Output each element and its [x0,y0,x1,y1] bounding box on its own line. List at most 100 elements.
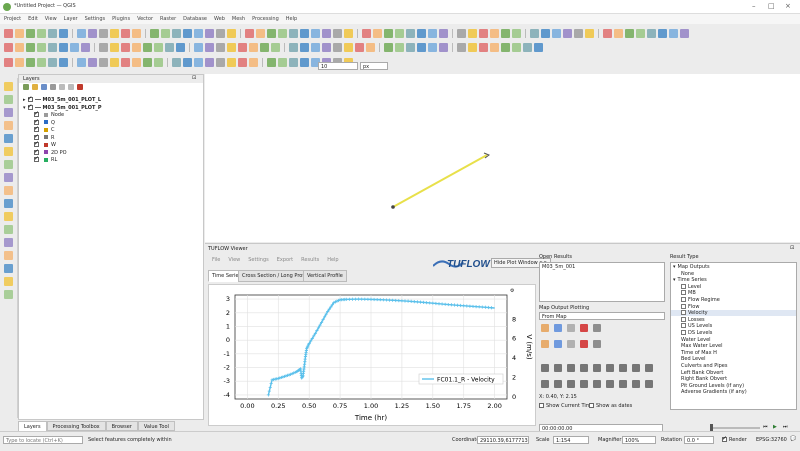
map-output-control-2-3-icon[interactable] [567,340,575,348]
show-as-dates-checkbox[interactable]: Show as dates [589,403,632,409]
expand-arrow-icon[interactable]: ▸ [23,97,26,103]
map-output-control-1-1-icon[interactable] [541,324,549,332]
editing-tool-13-icon[interactable] [143,42,152,52]
menu-vector[interactable]: Vector [137,16,153,22]
menu-database[interactable]: Database [183,16,207,22]
map-navigation-tool-5-icon[interactable] [48,28,57,38]
map-navigation-tool-42-icon[interactable] [490,28,499,38]
add-layer-tool-8-icon[interactable] [4,173,13,182]
map-output-control-4-8-icon[interactable] [632,380,640,388]
map-output-control-3-7-icon[interactable] [619,364,627,372]
menu-settings[interactable]: Settings [85,16,106,22]
editing-tool-45-icon[interactable] [523,42,532,52]
map-output-control-3-2-icon[interactable] [554,364,562,372]
layer-visibility-checkbox[interactable] [27,103,33,110]
layer-item[interactable]: ▸ M03_5m_001_PLOT_L [23,95,101,103]
result-type-item[interactable]: Right Bank Obvert [671,376,796,382]
map-navigation-tool-47-icon[interactable] [552,28,561,38]
editing-tool-28-icon[interactable] [322,42,331,52]
map-navigation-tool-14-icon[interactable] [161,28,170,38]
crs-indicator[interactable]: EPSG:32760 [756,437,787,443]
map-navigation-tool-48-icon[interactable] [563,28,572,38]
map-navigation-tool-28-icon[interactable] [322,28,331,38]
result-type-item[interactable]: Left Bank Obvert [671,370,796,376]
collapse-all-icon[interactable] [68,84,74,90]
map-output-control-3-4-icon[interactable] [580,364,588,372]
symbol-size-unit-select[interactable]: px [360,62,388,70]
editing-tool-3-icon[interactable] [26,42,35,52]
plugin-tool-18-icon[interactable] [205,57,214,67]
plugin-tool-6-icon[interactable] [59,57,68,67]
plugin-tool-4-icon[interactable] [37,57,46,67]
add-layer-tool-9-icon[interactable] [4,186,13,195]
map-navigation-tool-29-icon[interactable] [333,28,342,38]
editing-tool-5-icon[interactable] [48,42,57,52]
map-output-control-4-4-icon[interactable] [580,380,588,388]
map-output-control-3-5-icon[interactable] [593,364,601,372]
map-navigation-tool-34-icon[interactable] [395,28,404,38]
add-layer-tool-1-icon[interactable] [4,82,13,91]
result-type-checkbox[interactable] [681,330,686,335]
editing-tool-37-icon[interactable] [428,42,437,52]
editing-tool-38-icon[interactable] [439,42,448,52]
add-layer-tool-3-icon[interactable] [4,108,13,117]
add-layer-tool-4-icon[interactable] [4,121,13,130]
map-navigation-tool-52-icon[interactable] [614,28,623,38]
time-slider-handle[interactable] [710,424,713,431]
editing-tool-41-icon[interactable] [479,42,488,52]
map-navigation-tool-43-icon[interactable] [501,28,510,38]
map-output-control-1-4-icon[interactable] [580,324,588,332]
editing-tool-14-icon[interactable] [154,42,163,52]
map-output-control-4-2-icon[interactable] [554,380,562,388]
filter-legend-icon[interactable] [50,84,56,90]
menu-mesh[interactable]: Mesh [232,16,245,22]
editing-tool-26-icon[interactable] [300,42,309,52]
expand-arrow-icon[interactable]: ▾ [673,264,676,270]
editing-tool-35-icon[interactable] [406,42,415,52]
map-navigation-tool-35-icon[interactable] [406,28,415,38]
map-navigation-tool-1-icon[interactable] [4,28,13,38]
map-navigation-tool-53-icon[interactable] [625,28,634,38]
tuflow-menu-help[interactable]: Help [327,257,338,263]
add-layer-tool-15-icon[interactable] [4,264,13,273]
map-navigation-tool-45-icon[interactable] [530,28,539,38]
editing-tool-34-icon[interactable] [395,42,404,52]
editing-tool-44-icon[interactable] [512,42,521,52]
map-navigation-tool-46-icon[interactable] [541,28,550,38]
add-layer-tool-13-icon[interactable] [4,238,13,247]
expand-all-icon[interactable] [59,84,65,90]
plugin-tool-3-icon[interactable] [26,57,35,67]
show-current-time-checkbox[interactable]: Show Current Time [539,403,594,409]
add-layer-tool-11-icon[interactable] [4,212,13,221]
plugin-tool-25-icon[interactable] [289,57,298,67]
map-output-control-1-5-icon[interactable] [593,324,601,332]
render-checkbox[interactable]: Render [722,435,747,443]
map-navigation-tool-41-icon[interactable] [479,28,488,38]
editing-tool-18-icon[interactable] [205,42,214,52]
coordinate-value[interactable]: 29110.39,6177713.51 [477,436,529,444]
map-navigation-tool-36-icon[interactable] [417,28,426,38]
map-navigation-tool-27-icon[interactable] [311,28,320,38]
expand-arrow-icon[interactable]: ▾ [673,277,676,283]
editing-tool-12-icon[interactable] [132,42,141,52]
map-navigation-tool-50-icon[interactable] [585,28,594,38]
plugin-tool-22-icon[interactable] [249,57,258,67]
editing-tool-31-icon[interactable] [355,42,364,52]
add-group-icon[interactable] [32,84,38,90]
map-output-control-3-8-icon[interactable] [632,364,640,372]
editing-tool-6-icon[interactable] [59,42,68,52]
add-layer-tool-16-icon[interactable] [4,277,13,286]
editing-tool-11-icon[interactable] [121,42,130,52]
map-navigation-tool-26-icon[interactable] [300,28,309,38]
map-navigation-tool-22-icon[interactable] [256,28,265,38]
result-type-item[interactable]: Velocity [671,310,796,317]
map-navigation-tool-15-icon[interactable] [172,28,181,38]
result-type-checkbox[interactable] [681,310,686,316]
dock-tab-layers[interactable]: Layers [18,421,47,431]
map-navigation-tool-21-icon[interactable] [245,28,254,38]
plugin-tool-20-icon[interactable] [227,57,236,67]
map-navigation-tool-11-icon[interactable] [121,28,130,38]
manage-map-themes-icon[interactable] [41,84,47,90]
map-navigation-tool-10-icon[interactable] [110,28,119,38]
first-step-icon[interactable]: ⏮ [763,424,768,430]
